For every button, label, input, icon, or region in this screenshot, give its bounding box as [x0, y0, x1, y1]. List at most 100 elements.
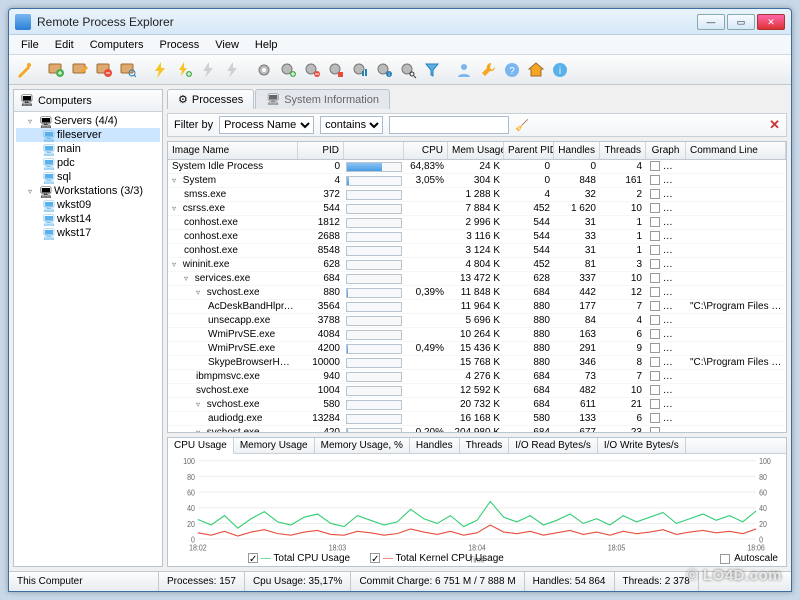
table-row[interactable]: ▿ System43,05%304 K0848161 — [168, 174, 786, 188]
gear-info-icon[interactable]: i — [373, 59, 395, 81]
chart-tab[interactable]: Memory Usage — [234, 438, 315, 453]
wrench-icon[interactable] — [477, 59, 499, 81]
svg-text:100: 100 — [183, 457, 195, 467]
add-computer-icon[interactable] — [45, 59, 67, 81]
menu-process[interactable]: Process — [152, 37, 208, 53]
column-header[interactable]: Graph — [646, 142, 686, 159]
tree-group[interactable]: ▿🖥Servers (4/4) — [16, 114, 160, 128]
column-header[interactable]: Parent PID — [504, 142, 554, 159]
filter-close-icon[interactable]: ✕ — [769, 117, 780, 133]
column-header[interactable]: Image Name — [168, 142, 298, 159]
svg-text:60: 60 — [187, 488, 195, 498]
tree-item[interactable]: 🖥wkst14 — [16, 212, 160, 226]
bolt-add-icon[interactable] — [173, 59, 195, 81]
gear-del-icon[interactable] — [301, 59, 323, 81]
watermark: © LO4D.com — [687, 567, 782, 584]
table-row[interactable]: conhost.exe85483 124 K544311 — [168, 244, 786, 258]
tree-item[interactable]: 🖥pdc — [16, 156, 160, 170]
menu-computers[interactable]: Computers — [82, 37, 152, 53]
chart-tab[interactable]: Handles — [410, 438, 460, 453]
broom-icon[interactable]: 🧹 — [515, 119, 529, 132]
filter-input[interactable] — [389, 116, 509, 134]
close-button[interactable]: ✕ — [757, 14, 785, 30]
table-row[interactable]: conhost.exe18122 996 K544311 — [168, 216, 786, 230]
legend-total-checkbox[interactable]: ✓ — [248, 553, 258, 563]
menu-view[interactable]: View — [207, 37, 247, 53]
tab-processes[interactable]: ⚙Processes — [167, 89, 254, 109]
column-header[interactable]: Command Line — [686, 142, 786, 159]
tree-group[interactable]: ▿🖥Workstations (3/3) — [16, 184, 160, 198]
sidebar-tab-computers[interactable]: 🖥 Computers — [14, 90, 162, 112]
autoscale-control[interactable]: Autoscale — [720, 553, 778, 564]
gear-add-icon[interactable] — [277, 59, 299, 81]
table-row[interactable]: ▿ csrss.exe5447 884 K4521 62010 — [168, 202, 786, 216]
table-row[interactable]: WmiPrvSE.exe42000,49%15 436 K8802919 — [168, 342, 786, 356]
computers-tree[interactable]: ▿🖥Servers (4/4)🖥fileserver🖥main🖥pdc🖥sql▿… — [14, 112, 162, 566]
about-icon[interactable]: i — [549, 59, 571, 81]
column-header[interactable]: Mem Usage — [448, 142, 504, 159]
svg-text:20: 20 — [759, 519, 767, 529]
chart-tab[interactable]: CPU Usage — [168, 438, 234, 454]
edit-computer-icon[interactable] — [69, 59, 91, 81]
tab-system-information[interactable]: 🖥System Information — [255, 89, 390, 109]
table-row[interactable]: WmiPrvSE.exe408410 264 K8801636 — [168, 328, 786, 342]
table-row[interactable]: svchost.exe100412 592 K68448210 — [168, 384, 786, 398]
table-row[interactable]: conhost.exe26883 116 K544331 — [168, 230, 786, 244]
chart-tab[interactable]: I/O Write Bytes/s — [598, 438, 686, 453]
maximize-button[interactable]: ▭ — [727, 14, 755, 30]
user-icon[interactable] — [453, 59, 475, 81]
filter-operator-select[interactable]: contains — [320, 116, 383, 134]
filter-field-select[interactable]: Process Name — [219, 116, 314, 134]
svg-text:18:06: 18:06 — [747, 543, 764, 553]
gear-search-icon[interactable] — [397, 59, 419, 81]
help-icon[interactable]: ? — [501, 59, 523, 81]
column-header[interactable]: PID — [298, 142, 344, 159]
bolt-dim1-icon[interactable] — [197, 59, 219, 81]
tree-item[interactable]: 🖥main — [16, 142, 160, 156]
chart-tab[interactable]: Threads — [460, 438, 510, 453]
svg-text:60: 60 — [759, 488, 767, 498]
gear1-icon[interactable] — [253, 59, 275, 81]
gear-chart-icon[interactable] — [349, 59, 371, 81]
funnel-icon[interactable] — [421, 59, 443, 81]
delete-computer-icon[interactable] — [93, 59, 115, 81]
menubar: FileEditComputersProcessViewHelp — [9, 35, 791, 55]
table-row[interactable]: smss.exe3721 288 K4322 — [168, 188, 786, 202]
gear-stop-icon[interactable] — [325, 59, 347, 81]
grid-body[interactable]: System Idle Process064,83%24 K004 ▿ Syst… — [168, 160, 786, 432]
menu-help[interactable]: Help — [247, 37, 286, 53]
bolt-dim2-icon[interactable] — [221, 59, 243, 81]
find-computer-icon[interactable] — [117, 59, 139, 81]
tree-item[interactable]: 🖥wkst09 — [16, 198, 160, 212]
chart-tab[interactable]: I/O Read Bytes/s — [509, 438, 598, 453]
wand-icon[interactable] — [13, 59, 35, 81]
column-header[interactable]: Handles — [554, 142, 600, 159]
tree-item[interactable]: 🖥fileserver — [16, 128, 160, 142]
column-header[interactable] — [344, 142, 404, 159]
titlebar[interactable]: Remote Process Explorer — ▭ ✕ — [9, 9, 791, 35]
menu-file[interactable]: File — [13, 37, 47, 53]
column-header[interactable]: CPU — [404, 142, 448, 159]
table-row[interactable]: SkypeBrowserHost.exe1000015 768 K8803468… — [168, 356, 786, 370]
bolt1-icon[interactable] — [149, 59, 171, 81]
svg-text:80: 80 — [759, 472, 767, 482]
tree-item[interactable]: 🖥sql — [16, 170, 160, 184]
minimize-button[interactable]: — — [697, 14, 725, 30]
table-row[interactable]: audiodg.exe1328416 168 K5801336 — [168, 412, 786, 426]
table-row[interactable]: ▿ svchost.exe4200,20%204 980 K68467723 — [168, 426, 786, 432]
table-row[interactable]: unsecapp.exe37885 696 K880844 — [168, 314, 786, 328]
table-row[interactable]: ▿ services.exe68413 472 K62833710 — [168, 272, 786, 286]
home-icon[interactable] — [525, 59, 547, 81]
column-header[interactable]: Threads — [600, 142, 646, 159]
tree-item[interactable]: 🖥wkst17 — [16, 226, 160, 240]
menu-edit[interactable]: Edit — [47, 37, 82, 53]
table-row[interactable]: AcDeskBandHlpr.exe356411 964 K8801777 "C… — [168, 300, 786, 314]
table-row[interactable]: ▿ svchost.exe58020 732 K68461121 — [168, 398, 786, 412]
legend-kernel-checkbox[interactable]: ✓ — [370, 553, 380, 563]
table-row[interactable]: ▿ svchost.exe8800,39%11 848 K68444212 — [168, 286, 786, 300]
table-row[interactable]: ibmpmsvc.exe9404 276 K684737 — [168, 370, 786, 384]
chart-tab[interactable]: Memory Usage, % — [315, 438, 410, 453]
table-row[interactable]: ▿ wininit.exe6284 804 K452813 — [168, 258, 786, 272]
table-row[interactable]: System Idle Process064,83%24 K004 — [168, 160, 786, 174]
svg-text:18:03: 18:03 — [329, 543, 346, 553]
